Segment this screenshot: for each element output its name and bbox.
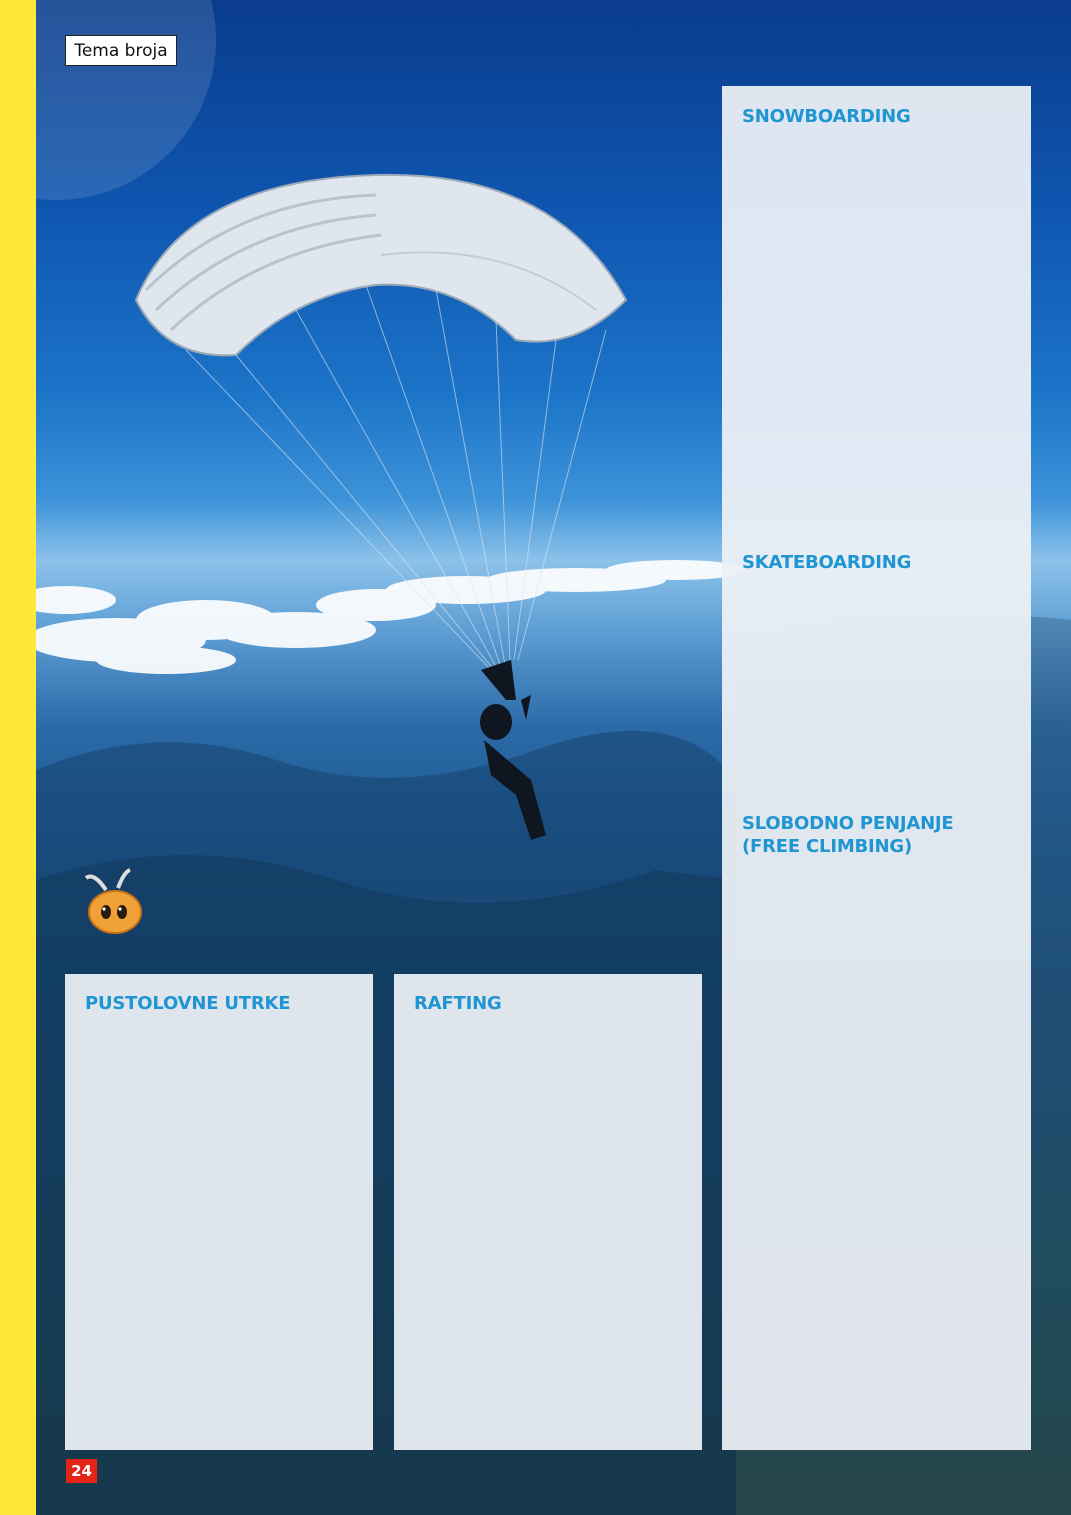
heading-adventure-races: PUSTOLOVNE UTRKE <box>85 993 291 1014</box>
info-panel-right <box>722 86 1031 1450</box>
heading-free-climbing-line1: SLOBODNO PENJANJE <box>742 813 954 834</box>
bee-mascot-icon <box>84 868 142 934</box>
page-number: 24 <box>66 1459 97 1483</box>
info-panel-adventure-races <box>65 974 373 1450</box>
heading-rafting: RAFTING <box>414 993 502 1014</box>
heading-skateboarding: SKATEBOARDING <box>742 552 912 573</box>
accent-stripe <box>0 0 36 1515</box>
heading-free-climbing-line2: (FREE CLIMBING) <box>742 836 913 857</box>
heading-snowboarding: SNOWBOARDING <box>742 106 911 127</box>
heading-free-climbing: SLOBODNO PENJANJE (FREE CLIMBING) <box>742 812 954 858</box>
cloud-band <box>36 560 746 674</box>
magazine-page: Tema broja SNOWBOARDING SKATEBOARDING SL… <box>0 0 1071 1515</box>
sun-glow <box>36 0 216 200</box>
info-panel-rafting <box>394 974 702 1450</box>
section-tag: Tema broja <box>65 35 177 66</box>
